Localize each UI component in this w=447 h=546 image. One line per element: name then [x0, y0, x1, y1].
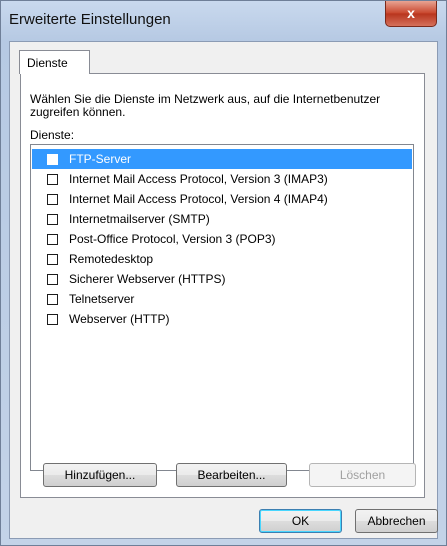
close-icon: x: [407, 5, 415, 21]
service-checkbox[interactable]: [47, 194, 58, 205]
service-label: Telnetserver: [69, 292, 135, 306]
service-list-item[interactable]: FTP-Server: [32, 149, 412, 169]
service-list-item[interactable]: Telnetserver: [32, 289, 412, 309]
service-checkbox[interactable]: [47, 314, 58, 325]
service-label: Webserver (HTTP): [69, 312, 170, 326]
cancel-button[interactable]: Abbrechen: [355, 509, 438, 533]
service-label: Internet Mail Access Protocol, Version 4…: [69, 192, 328, 206]
close-button[interactable]: x: [385, 1, 437, 27]
delete-button[interactable]: Löschen: [309, 463, 416, 487]
service-label: FTP-Server: [69, 152, 132, 166]
service-checkbox[interactable]: [47, 274, 58, 285]
service-label: Internetmailserver (SMTP): [69, 212, 210, 226]
service-label: Remotedesktop: [69, 252, 154, 266]
services-list-label: Dienste:: [30, 128, 75, 142]
service-checkbox[interactable]: [47, 234, 58, 245]
title-bar[interactable]: Erweiterte Einstellungen x: [1, 1, 446, 41]
service-checkbox[interactable]: [47, 294, 58, 305]
service-list-item[interactable]: Internet Mail Access Protocol, Version 4…: [32, 189, 412, 209]
ok-button[interactable]: OK: [259, 509, 342, 533]
service-list-item[interactable]: Internet Mail Access Protocol, Version 3…: [32, 169, 412, 189]
tab-dienste-label: Dienste: [27, 56, 68, 70]
description-text: Wählen Sie die Dienste im Netzwerk aus, …: [30, 92, 381, 119]
service-checkbox[interactable]: [47, 214, 58, 225]
service-list-item[interactable]: Internetmailserver (SMTP): [32, 209, 412, 229]
service-checkbox[interactable]: [47, 254, 58, 265]
dialog-title: Erweiterte Einstellungen: [9, 11, 171, 28]
service-checkbox[interactable]: [47, 154, 58, 165]
service-label: Post-Office Protocol, Version 3 (POP3): [69, 232, 276, 246]
edit-button[interactable]: Bearbeiten...: [176, 463, 287, 487]
service-label: Sicherer Webserver (HTTPS): [69, 272, 226, 286]
add-button[interactable]: Hinzufügen...: [43, 463, 157, 487]
services-listbox[interactable]: FTP-Server Internet Mail Access Protocol…: [30, 144, 414, 471]
service-list-item[interactable]: Remotedesktop: [32, 249, 412, 269]
service-label: Internet Mail Access Protocol, Version 3…: [69, 172, 328, 186]
tab-dienste[interactable]: Dienste: [19, 50, 90, 74]
service-list-item[interactable]: Sicherer Webserver (HTTPS): [32, 269, 412, 289]
service-list-item[interactable]: Post-Office Protocol, Version 3 (POP3): [32, 229, 412, 249]
service-list-item[interactable]: Webserver (HTTP): [32, 309, 412, 329]
service-checkbox[interactable]: [47, 174, 58, 185]
